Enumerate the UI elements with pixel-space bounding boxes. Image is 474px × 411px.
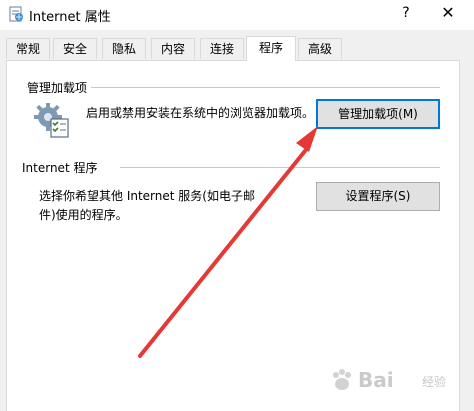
tab-connections[interactable]: 连接 [200,38,244,59]
tab-programs[interactable]: 程序 [246,36,296,61]
tab-privacy[interactable]: 隐私 [102,38,146,59]
addons-group-title: 管理加载项 [27,79,92,96]
tab-security[interactable]: 安全 [53,38,97,59]
title-bar: Internet 属性 ? ✕ [0,0,474,30]
watermark-subtext: 经验 [422,375,447,389]
tab-content[interactable]: 内容 [151,38,195,59]
addons-description: 启用或禁用安装在系统中的浏览器加载项。 [86,106,315,120]
programs-group-title: Internet 程序 [22,159,102,176]
internet-options-icon [8,6,24,22]
programs-group-divider [120,167,440,168]
window-title: Internet 属性 [29,10,111,25]
tab-advanced[interactable]: 高级 [298,38,342,59]
help-button[interactable]: ? [392,0,420,26]
watermark: Bai 经验 [330,364,470,404]
close-button[interactable]: ✕ [428,0,468,26]
watermark-brand: Bai [358,368,394,392]
tab-general[interactable]: 常规 [6,38,50,59]
manage-addons-button[interactable]: 管理加载项(M) [316,99,440,129]
set-programs-button[interactable]: 设置程序(S) [316,182,440,211]
programs-description-line1: 选择你希望其他 Internet 服务(如电子邮 [39,189,255,203]
programs-description-line2: 件)使用的程序。 [39,208,128,222]
tab-strip: 常规 安全 隐私 内容 连接 程序 高级 [6,36,468,61]
paw-icon [330,368,354,392]
addons-gear-icon [33,102,71,140]
